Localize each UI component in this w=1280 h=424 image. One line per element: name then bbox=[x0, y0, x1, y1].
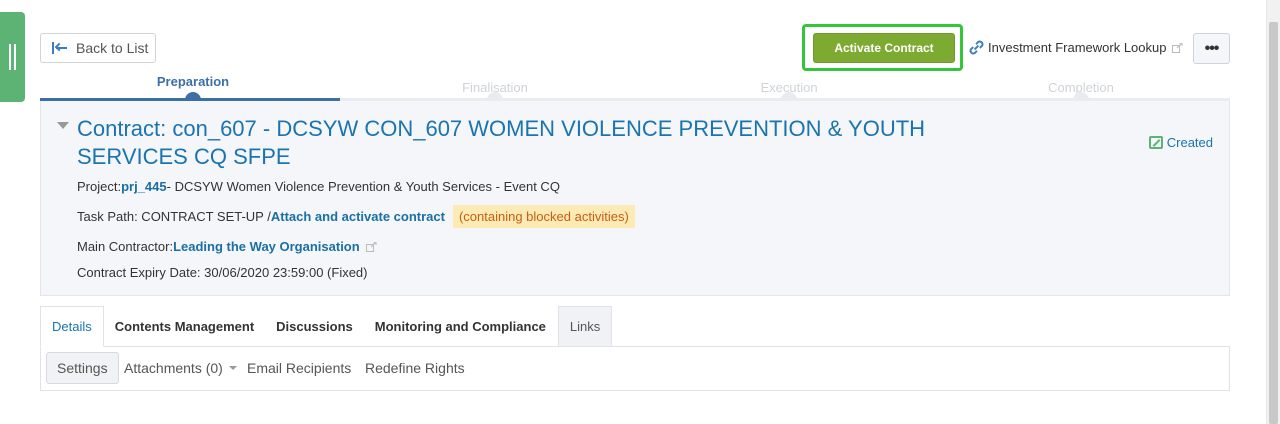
tab-details[interactable]: Details bbox=[40, 306, 104, 347]
project-row: Project: prj_445 - DCSYW Women Violence … bbox=[77, 179, 560, 194]
blocked-warning-badge: (containing blocked activities) bbox=[452, 205, 635, 228]
phase-stepper: Preparation Finalisation Execution Compl… bbox=[40, 72, 1230, 108]
project-link[interactable]: prj_445 bbox=[121, 179, 167, 194]
task-path-label: Task Path: CONTRACT SET-UP / bbox=[77, 209, 271, 224]
chain-link-icon bbox=[969, 40, 984, 55]
back-to-list-label: Back to List bbox=[76, 40, 149, 56]
expiry-text: Contract Expiry Date: 30/06/2020 23:59:0… bbox=[77, 265, 368, 280]
attachments-label: Attachments (0) bbox=[124, 360, 223, 376]
step-preparation[interactable]: Preparation bbox=[93, 72, 293, 108]
subtab-settings[interactable]: Settings bbox=[46, 352, 119, 384]
step-finalisation[interactable]: Finalisation bbox=[395, 72, 595, 108]
subtab-redefine-rights[interactable]: Redefine Rights bbox=[365, 352, 465, 384]
investment-framework-lookup-label: Investment Framework Lookup bbox=[988, 40, 1167, 55]
external-link-icon bbox=[1172, 42, 1183, 53]
dropdown-arrow-icon bbox=[228, 366, 237, 370]
side-panel-handle[interactable] bbox=[0, 12, 25, 102]
grip-line-icon bbox=[9, 44, 11, 70]
tab-bar: Details Contents Management Discussions … bbox=[40, 306, 613, 347]
status-label: Created bbox=[1166, 135, 1213, 150]
contract-title: Contract: con_607 - DCSYW CON_607 WOMEN … bbox=[77, 116, 926, 169]
task-link[interactable]: Attach and activate contract bbox=[271, 209, 445, 224]
tab-links[interactable]: Links bbox=[557, 306, 613, 347]
task-path-row: Task Path: CONTRACT SET-UP / Attach and … bbox=[77, 205, 635, 228]
step-completion[interactable]: Completion bbox=[981, 72, 1181, 108]
activate-contract-button[interactable]: Activate Contract bbox=[813, 33, 955, 63]
expiry-row: Contract Expiry Date: 30/06/2020 23:59:0… bbox=[77, 265, 368, 280]
contract-header-panel: Contract: con_607 - DCSYW CON_607 WOMEN … bbox=[40, 101, 1230, 296]
status-badge: Created bbox=[1148, 135, 1213, 150]
collapse-caret-icon[interactable] bbox=[57, 122, 69, 129]
tab-contents-management[interactable]: Contents Management bbox=[104, 306, 265, 347]
subtab-email-recipients[interactable]: Email Recipients bbox=[247, 352, 351, 384]
contractor-label: Main Contractor: bbox=[77, 239, 174, 254]
step-label: Preparation bbox=[156, 74, 230, 89]
edit-status-icon bbox=[1148, 136, 1163, 149]
scrollbar-thumb[interactable] bbox=[1269, 22, 1278, 424]
scrollbar[interactable] bbox=[1266, 0, 1280, 424]
tab-discussions[interactable]: Discussions bbox=[265, 306, 364, 347]
back-arrow-icon bbox=[52, 42, 68, 54]
external-link-icon bbox=[365, 241, 377, 252]
subtab-attachments[interactable]: Attachments (0) bbox=[124, 352, 237, 384]
contractor-link[interactable]: Leading the Way Organisation bbox=[173, 239, 360, 254]
project-label: Project: bbox=[77, 179, 122, 194]
details-subnav: Settings Attachments (0) Email Recipient… bbox=[40, 346, 1230, 391]
activate-highlight: Activate Contract bbox=[802, 24, 963, 71]
project-name: - DCSYW Women Violence Prevention & Yout… bbox=[166, 179, 560, 194]
back-to-list-button[interactable]: Back to List bbox=[40, 33, 156, 63]
step-execution[interactable]: Execution bbox=[689, 72, 889, 108]
tab-monitoring-compliance[interactable]: Monitoring and Compliance bbox=[364, 306, 557, 347]
grip-line-icon bbox=[14, 44, 16, 70]
more-actions-button[interactable]: ••• bbox=[1193, 33, 1230, 64]
contractor-row: Main Contractor: Leading the Way Organis… bbox=[77, 239, 377, 254]
investment-framework-lookup-link[interactable]: Investment Framework Lookup bbox=[967, 38, 1183, 57]
